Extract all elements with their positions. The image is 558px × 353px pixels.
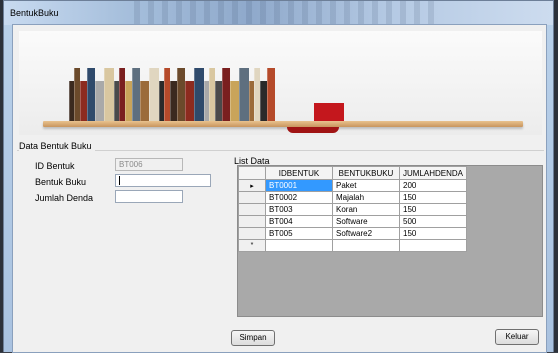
table-row[interactable]: BT0002 Majalah 150	[238, 191, 468, 204]
row-header[interactable]	[238, 227, 266, 240]
cell-jumlahdenda[interactable]: 200	[398, 179, 468, 192]
cell-bentukbuku[interactable]: Majalah	[332, 191, 400, 204]
bentuk-buku-input[interactable]	[115, 174, 211, 187]
book-spine	[267, 68, 275, 121]
cell-bentukbuku[interactable]: Koran	[332, 203, 400, 216]
book-spine	[104, 68, 114, 121]
row-header-new[interactable]: *	[238, 239, 266, 252]
cell-bentukbuku[interactable]: Software2	[332, 227, 400, 240]
red-box-decoration	[314, 103, 344, 121]
book-spine	[177, 68, 185, 121]
cell-idbentuk[interactable]: BT0002	[265, 191, 333, 204]
new-row[interactable]: *	[238, 239, 468, 252]
grid-corner-cell	[238, 166, 266, 180]
form-client-area: Data Bentuk Buku ID Bentuk BT006 Bentuk …	[12, 24, 547, 353]
column-header-bentukbuku[interactable]: BENTUKBUKU	[332, 166, 400, 180]
title-bar-decoration	[134, 1, 434, 25]
book-spine	[215, 81, 222, 121]
text-caret	[119, 176, 120, 185]
jumlah-denda-label: Jumlah Denda	[35, 193, 94, 203]
table-row[interactable]: BT004 Software 500	[238, 215, 468, 228]
table-row[interactable]: BT003 Koran 150	[238, 203, 468, 216]
data-grid-table: IDBENTUK BENTUKBUKU JUMLAHDENDA ▸ BT0001…	[238, 166, 468, 252]
column-header-idbentuk[interactable]: IDBENTUK	[265, 166, 333, 180]
book-spine	[149, 68, 159, 121]
new-cell-bentukbuku[interactable]	[332, 239, 400, 252]
column-header-jumlahdenda[interactable]: JUMLAHDENDA	[398, 166, 468, 180]
shelf-bracket	[287, 127, 339, 133]
cell-bentukbuku[interactable]: Software	[332, 215, 400, 228]
book-spine	[95, 81, 104, 121]
bentuk-buku-label: Bentuk Buku	[35, 177, 87, 187]
book-spine	[170, 81, 177, 121]
book-spine	[185, 81, 194, 121]
book-spine	[239, 68, 249, 121]
table-row[interactable]: BT005 Software2 150	[238, 227, 468, 240]
group-legend: Data Bentuk Buku	[19, 141, 95, 151]
keluar-button[interactable]: Keluar	[495, 329, 539, 345]
cell-jumlahdenda[interactable]: 150	[398, 203, 468, 216]
data-bentuk-buku-group: Data Bentuk Buku ID Bentuk BT006 Bentuk …	[17, 141, 544, 351]
id-bentuk-label: ID Bentuk	[35, 161, 75, 171]
new-cell-idbentuk[interactable]	[265, 239, 333, 252]
row-header[interactable]	[238, 215, 266, 228]
cell-jumlahdenda[interactable]: 500	[398, 215, 468, 228]
cell-idbentuk[interactable]: BT004	[265, 215, 333, 228]
window-title: BentukBuku	[10, 8, 59, 18]
data-grid[interactable]: IDBENTUK BENTUKBUKU JUMLAHDENDA ▸ BT0001…	[237, 165, 543, 317]
bookshelf-banner-image	[19, 31, 542, 135]
book-spine	[132, 68, 140, 121]
grid-header-row: IDBENTUK BENTUKBUKU JUMLAHDENDA	[238, 166, 468, 180]
cell-idbentuk[interactable]: BT003	[265, 203, 333, 216]
jumlah-denda-input[interactable]	[115, 190, 183, 203]
book-spine	[194, 68, 204, 121]
book-spine	[222, 68, 230, 121]
cell-idbentuk[interactable]: BT0001	[265, 179, 333, 192]
cell-jumlahdenda[interactable]: 150	[398, 227, 468, 240]
book-spine	[80, 81, 87, 121]
book-spine	[140, 81, 149, 121]
simpan-button[interactable]: Simpan	[231, 330, 275, 346]
row-header[interactable]	[238, 203, 266, 216]
desktop-edge-right	[554, 0, 558, 352]
bentukbuku-window: BentukBuku Data Bentuk Buku ID Bentuk BT…	[3, 0, 554, 353]
cell-jumlahdenda[interactable]: 150	[398, 191, 468, 204]
book-spine	[260, 81, 267, 121]
cell-idbentuk[interactable]: BT005	[265, 227, 333, 240]
row-header[interactable]	[238, 191, 266, 204]
table-row[interactable]: ▸ BT0001 Paket 200	[238, 179, 468, 192]
book-spine	[230, 81, 239, 121]
row-header-current[interactable]: ▸	[238, 179, 266, 192]
group-divider	[17, 150, 544, 151]
shelf-board	[43, 121, 523, 127]
title-bar[interactable]: BentukBuku	[4, 1, 553, 25]
new-cell-jumlahdenda[interactable]	[398, 239, 468, 252]
cell-bentukbuku[interactable]: Paket	[332, 179, 400, 192]
book-spine	[125, 81, 132, 121]
id-bentuk-field: BT006	[115, 158, 183, 171]
book-spine	[87, 68, 95, 121]
